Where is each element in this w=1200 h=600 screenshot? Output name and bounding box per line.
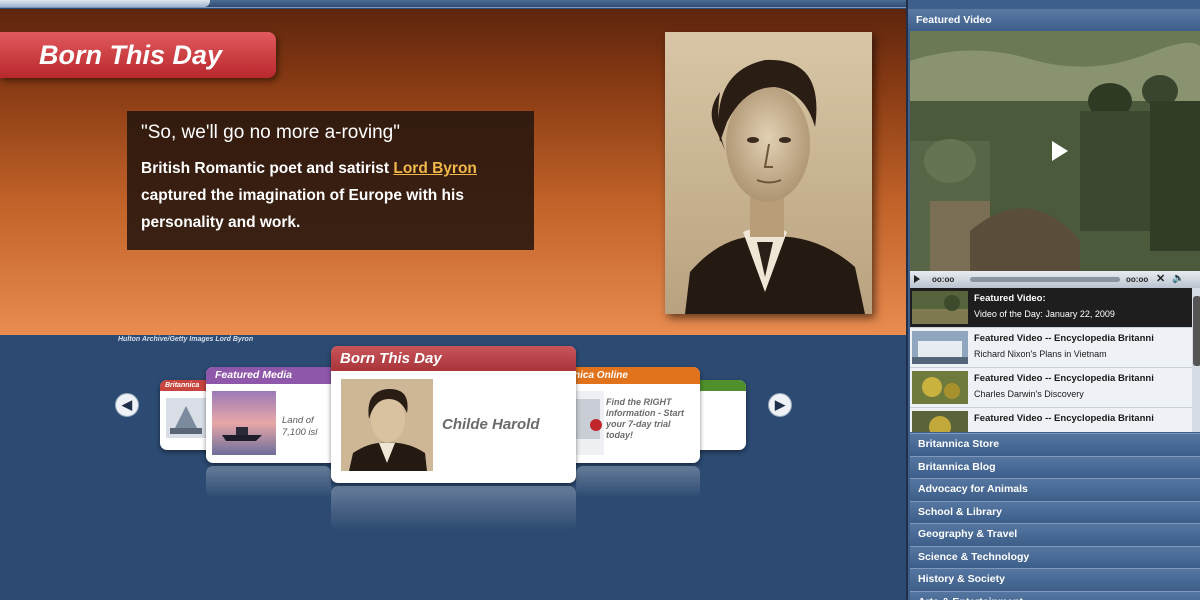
video-title: Featured Video:	[974, 293, 1046, 304]
video-list-item[interactable]: Featured Video: Video of the Day: Januar…	[910, 288, 1200, 328]
player-time-end: oo:oo	[1126, 275, 1149, 284]
card-thumbnail	[212, 391, 276, 455]
card-thumbnail	[572, 391, 604, 455]
lord-byron-link[interactable]: Lord Byron	[393, 160, 477, 177]
video-list: Featured Video: Video of the Day: Januar…	[910, 288, 1200, 432]
video-list-scrollbar[interactable]	[1192, 288, 1200, 432]
video-thumbnail	[912, 371, 968, 404]
sidebar-link-britannica-blog[interactable]: Britannica Blog	[910, 455, 1200, 478]
site-logo-strip[interactable]	[0, 0, 210, 7]
quote-title: "So, we'll go no more a-roving"	[141, 122, 400, 143]
page-root: { "hero": { "tag_label": "Born This Day"…	[0, 0, 1200, 600]
carousel-reflection	[576, 466, 700, 498]
born-this-day-tag: Born This Day	[0, 32, 276, 78]
video-thumbnail	[912, 291, 968, 324]
sidebar-link-history-society[interactable]: History & Society	[910, 568, 1200, 591]
video-list-item[interactable]: Featured Video -- Encyclopedia Britanni …	[910, 328, 1200, 368]
video-list-item[interactable]: Featured Video -- Encyclopedia Britanni	[910, 408, 1200, 432]
sidebar: Featured Video oo:oo oo:oo ✕ 🔈 Featured …	[906, 0, 1200, 600]
sidebar-links: Britannica Store Britannica Blog Advocac…	[910, 433, 1200, 600]
sidebar-link-school-library[interactable]: School & Library	[910, 500, 1200, 523]
quote-body-pre: British Romantic poet and satirist	[141, 160, 394, 177]
carousel-next-icon[interactable]: ▶	[768, 393, 792, 417]
card-text: Childe Harold	[442, 416, 540, 433]
sidebar-link-arts-entertainment[interactable]: Arts & Entertainment	[910, 590, 1200, 600]
player-progress-bar[interactable]	[970, 277, 1120, 282]
carousel-card-britannica-online[interactable]: nica Online Find the RIGHT information -…	[566, 367, 700, 463]
photo-credit: Hulton Archive/Getty Images Lord Byron	[118, 336, 254, 343]
scrollbar-thumb[interactable]	[1193, 296, 1200, 366]
video-subtitle: Video of the Day: January 22, 2009	[974, 309, 1115, 319]
quote-body: British Romantic poet and satirist Lord …	[141, 155, 522, 236]
card-header: nica Online	[566, 367, 700, 384]
carousel-prev-icon[interactable]: ◀	[115, 393, 139, 417]
card-thumbnail	[166, 398, 206, 438]
sidebar-link-science-technology[interactable]: Science & Technology	[910, 545, 1200, 568]
video-title: Featured Video -- Encyclopedia Britanni	[974, 373, 1154, 384]
carousel-reflection	[206, 466, 331, 498]
player-close-icon[interactable]: ✕	[1156, 272, 1165, 285]
sidebar-link-geography-travel[interactable]: Geography & Travel	[910, 523, 1200, 546]
video-list-item[interactable]: Featured Video -- Encyclopedia Britanni …	[910, 368, 1200, 408]
video-title: Featured Video -- Encyclopedia Britanni	[974, 333, 1154, 344]
card-header: Featured Media	[206, 367, 342, 384]
lord-byron-portrait[interactable]	[665, 32, 872, 314]
video-subtitle: Richard Nixon's Plans in Vietnam	[974, 349, 1107, 359]
card-text: Find the RIGHT information - Start your …	[606, 397, 684, 440]
card-thumbnail	[341, 379, 433, 471]
sidebar-link-advocacy-for-animals[interactable]: Advocacy for Animals	[910, 478, 1200, 501]
quote-body-post: captured the imagination of Europe with …	[141, 187, 464, 231]
video-controls: oo:oo oo:oo ✕ 🔈	[910, 271, 1200, 288]
player-volume-icon[interactable]: 🔈	[1172, 273, 1184, 284]
featured-video-title: Featured Video	[908, 9, 1200, 31]
video-title: Featured Video -- Encyclopedia Britanni	[974, 413, 1154, 424]
video-play-icon[interactable]	[1052, 141, 1068, 161]
player-time-start: oo:oo	[932, 275, 955, 284]
quote-box: "So, we'll go no more a-roving" British …	[127, 111, 534, 250]
video-subtitle: Charles Darwin's Discovery	[974, 389, 1084, 399]
carousel-reflection	[331, 486, 576, 531]
carousel-card-born-this-day[interactable]: Born This Day Childe Harold	[331, 346, 576, 483]
sidebar-link-britannica-store[interactable]: Britannica Store	[910, 433, 1200, 456]
card-header: Born This Day	[331, 346, 576, 371]
video-thumbnail	[912, 331, 968, 364]
video-thumbnail	[912, 411, 968, 432]
carousel-card-featured-media[interactable]: Featured Media Land of 7,100 isl	[206, 367, 342, 463]
player-play-icon[interactable]	[914, 275, 920, 283]
hero-panel: Born This Day "So, we'll go no more a-ro…	[0, 9, 906, 335]
